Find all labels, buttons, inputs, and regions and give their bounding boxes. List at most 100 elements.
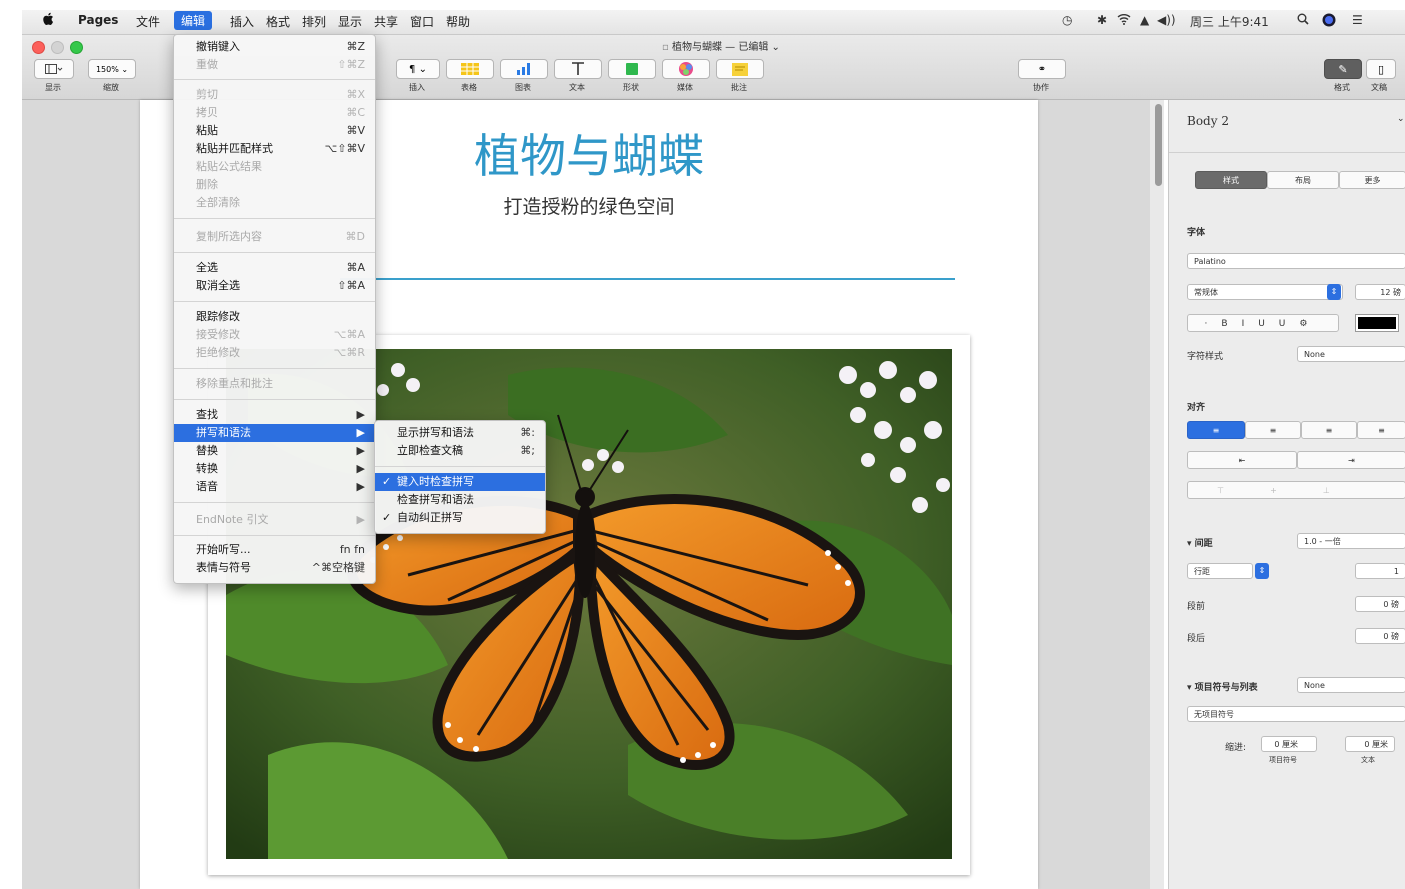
decrease-indent-button[interactable]: ⇤	[1187, 451, 1297, 469]
char-style-label: 字符样式	[1187, 352, 1224, 362]
bullets-select[interactable]: None	[1297, 677, 1405, 693]
format-inspector: Body 2 ⌄ 样式 布局 更多 字体 Palatino 常规体 ⇕ 12 磅…	[1168, 100, 1405, 889]
style-dropdown-chevron-icon[interactable]: ⌄	[1397, 114, 1405, 124]
bullet-style-select[interactable]: 无项目符号	[1187, 706, 1405, 722]
menu-file[interactable]: 文件	[136, 13, 160, 30]
font-family-select[interactable]: Palatino	[1187, 253, 1405, 269]
text-label: 文本	[569, 83, 585, 92]
align-left-button[interactable]: ≡	[1187, 421, 1245, 439]
menu-arrange[interactable]: 排列	[302, 13, 326, 30]
wifi-icon[interactable]	[1117, 13, 1131, 28]
menu-view[interactable]: 显示	[338, 13, 362, 30]
menu-insert[interactable]: 插入	[230, 13, 254, 30]
submenu-arrow-icon: ▶	[356, 480, 365, 493]
menu-item-paste-match-style[interactable]: 粘贴并匹配样式 ⌥⇧⌘V	[174, 140, 375, 158]
menu-item-select-all[interactable]: 全选 ⌘A	[174, 259, 375, 277]
text-style-buttons[interactable]: ·BIUU⚙	[1187, 314, 1339, 332]
collaborate-button[interactable]: ⚭	[1018, 59, 1066, 79]
menu-item-speech[interactable]: 语音 ▶	[174, 478, 375, 496]
document-button[interactable]: ▯	[1366, 59, 1396, 79]
time-machine-icon[interactable]: ◷	[1062, 13, 1072, 27]
spacing-select[interactable]: 1.0 - 一倍	[1297, 533, 1405, 549]
menu-separator	[174, 368, 375, 369]
submenu-arrow-icon: ▶	[356, 513, 365, 526]
scrollbar-thumb[interactable]	[1155, 104, 1162, 186]
menu-clock[interactable]: 周三 上午9:41	[1190, 13, 1269, 30]
indent-bullet-field[interactable]: 0 厘米	[1261, 736, 1317, 752]
after-paragraph-field[interactable]: 0 磅	[1355, 628, 1405, 644]
submenu-item-show-spelling-grammar[interactable]: 显示拼写和语法 ⌘:	[375, 424, 545, 442]
align-justify-button[interactable]: ≡	[1357, 421, 1405, 439]
menu-item-paste[interactable]: 粘贴 ⌘V	[174, 122, 375, 140]
tab-style[interactable]: 样式	[1195, 171, 1267, 189]
char-style-select[interactable]: None	[1297, 346, 1405, 362]
chart-button[interactable]	[500, 59, 548, 79]
submenu-item-check-spelling-while-typing[interactable]: ✓ 键入时检查拼写	[375, 473, 545, 491]
menu-item-find[interactable]: 查找 ▶	[174, 406, 375, 424]
menu-item-transformations[interactable]: 转换 ▶	[174, 460, 375, 478]
media-button[interactable]	[662, 59, 710, 79]
view-button[interactable]	[34, 59, 74, 79]
menu-separator	[174, 79, 375, 80]
font-size-field[interactable]: 12 磅	[1355, 284, 1405, 300]
line-spacing-stepper-icon[interactable]: ⇕	[1255, 563, 1269, 579]
indent-text-field[interactable]: 0 厘米	[1345, 736, 1395, 752]
volume-icon[interactable]: ◀))	[1157, 13, 1176, 27]
menu-format[interactable]: 格式	[266, 13, 290, 30]
spotlight-icon[interactable]	[1297, 13, 1309, 28]
spacing-section-label: ▾ 间距	[1187, 539, 1213, 549]
shape-icon	[626, 63, 638, 75]
submenu-item-check-grammar-with-spelling[interactable]: 检查拼写和语法	[375, 491, 545, 509]
apple-menu-icon[interactable]	[42, 12, 54, 29]
menu-window[interactable]: 窗口	[410, 13, 434, 30]
submenu-item-correct-spelling-automatically[interactable]: ✓ 自动纠正拼写	[375, 509, 545, 527]
menu-edit[interactable]: 编辑	[174, 11, 213, 30]
line-spacing-select[interactable]: 行距	[1187, 563, 1253, 579]
minimize-window-button[interactable]	[51, 41, 64, 54]
bluetooth-icon[interactable]: ✱	[1097, 13, 1107, 27]
tab-layout[interactable]: 布局	[1267, 171, 1339, 189]
text-color-well[interactable]	[1355, 314, 1399, 332]
menu-separator	[174, 535, 375, 536]
zoom-window-button[interactable]	[70, 41, 83, 54]
font-style-stepper-icon[interactable]: ⇕	[1327, 284, 1341, 300]
document-title[interactable]: ▫ 植物与蝴蝶 — 已编辑 ⌄	[662, 38, 780, 53]
close-window-button[interactable]	[32, 41, 45, 54]
line-spacing-field[interactable]: 1	[1355, 563, 1405, 579]
menu-share[interactable]: 共享	[374, 13, 398, 30]
menu-item-start-dictation[interactable]: 开始听写... fn fn	[174, 541, 375, 559]
increase-indent-button[interactable]: ⇥	[1297, 451, 1405, 469]
menu-item-deselect-all[interactable]: 取消全选 ⇧⌘A	[174, 277, 375, 295]
airplay-icon[interactable]: ▲	[1140, 13, 1149, 27]
menu-item-paste-formula-results: 粘贴公式结果	[196, 160, 262, 173]
vertical-align-buttons: ⊤+⊥	[1187, 481, 1405, 499]
menu-item-spelling-grammar[interactable]: 拼写和语法 ▶	[174, 424, 375, 442]
submenu-item-check-document-now[interactable]: 立即检查文稿 ⌘;	[375, 442, 545, 460]
siri-icon[interactable]	[1322, 13, 1336, 30]
menu-item-emoji-symbols[interactable]: 表情与符号 ^⌘空格键	[174, 559, 375, 577]
notification-center-icon[interactable]: ☰	[1352, 13, 1363, 27]
comment-button[interactable]	[716, 59, 764, 79]
vertical-scrollbar[interactable]	[1150, 100, 1164, 889]
text-button[interactable]	[554, 59, 602, 79]
align-right-button[interactable]: ≡	[1301, 421, 1357, 439]
zoom-dropdown[interactable]: 150% ⌄	[88, 59, 136, 79]
menu-item-undo-typing[interactable]: 撤销键入 ⌘Z	[174, 38, 375, 56]
menu-item-track-changes[interactable]: 跟踪修改	[174, 308, 375, 326]
menu-help[interactable]: 帮助	[446, 13, 470, 30]
menu-separator	[174, 252, 375, 253]
chart-label: 图表	[515, 83, 531, 92]
menu-app-name[interactable]: Pages	[78, 13, 118, 27]
menu-item-substitutions[interactable]: 替换 ▶	[174, 442, 375, 460]
before-paragraph-field[interactable]: 0 磅	[1355, 596, 1405, 612]
table-button[interactable]	[446, 59, 494, 79]
inspector-divider	[1169, 152, 1405, 153]
font-style-select[interactable]: 常规体	[1187, 284, 1343, 300]
shape-button[interactable]	[608, 59, 656, 79]
align-center-button[interactable]: ≡	[1245, 421, 1301, 439]
insert-button[interactable]: ¶ ⌄	[396, 59, 440, 79]
format-button[interactable]: ✎	[1324, 59, 1362, 79]
tab-more[interactable]: 更多	[1339, 171, 1405, 189]
paragraph-style-name[interactable]: Body 2	[1187, 114, 1229, 128]
insert-label: 插入	[409, 83, 425, 92]
